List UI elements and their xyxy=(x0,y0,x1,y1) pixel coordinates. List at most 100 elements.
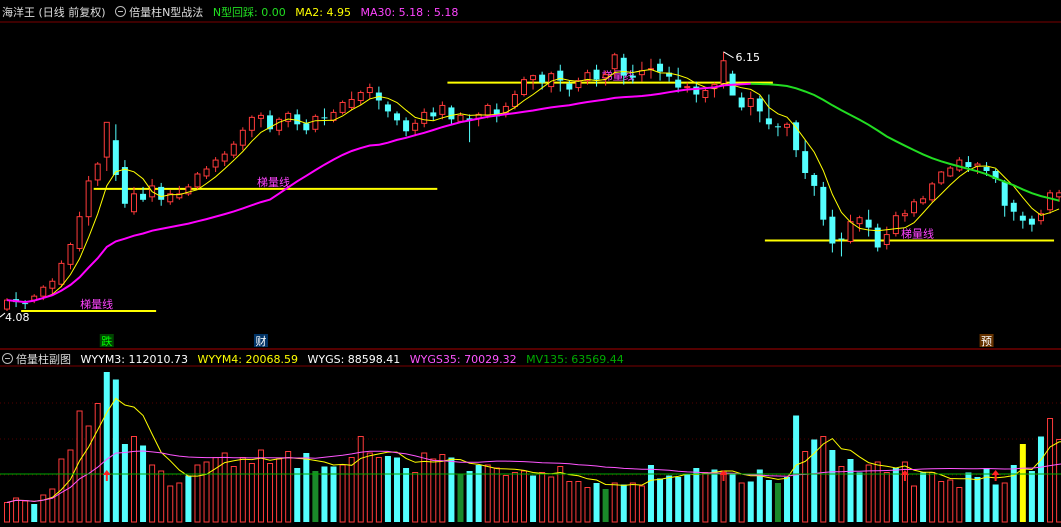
volume-bar xyxy=(285,451,292,523)
candle-body xyxy=(212,159,219,168)
volume-bar xyxy=(992,484,999,522)
kline-chart-area[interactable]: 梯量线梯量线梯量线梯量线 6.154.08跌财预 xyxy=(0,0,1061,527)
candle-body xyxy=(747,97,754,107)
candle-body xyxy=(838,238,845,240)
volume-bar xyxy=(829,450,836,522)
candle-body xyxy=(203,168,210,177)
volume-bar xyxy=(448,457,455,522)
candle-body xyxy=(684,86,691,89)
candle-body xyxy=(965,162,972,168)
candle-body xyxy=(421,111,428,124)
candle-body xyxy=(865,219,872,228)
volume-bar xyxy=(920,472,927,522)
candle-body xyxy=(530,75,537,81)
volume-bar xyxy=(466,471,473,522)
wygs-label: WYGS: 88598.41 xyxy=(307,353,401,366)
candle-body xyxy=(230,143,237,156)
candle-body xyxy=(394,113,401,121)
volume-bar xyxy=(892,468,899,522)
volume-bar xyxy=(103,372,110,522)
candle-body xyxy=(439,104,446,115)
wyym4-label: WYYM4: 20068.59 xyxy=(197,353,299,366)
volume-bar xyxy=(1047,418,1054,523)
volume-bar xyxy=(557,466,564,523)
candle-body xyxy=(1056,192,1061,198)
volume-bar xyxy=(167,485,174,523)
volume-bar xyxy=(539,472,546,523)
volume-bar xyxy=(121,444,128,522)
ladder-label: 梯量线 xyxy=(257,175,290,189)
candle-body xyxy=(620,57,627,76)
candle-body xyxy=(321,117,328,119)
candle-body xyxy=(194,173,201,188)
wyym3-label: WYYM3: 112010.73 xyxy=(80,353,189,366)
volume-bar xyxy=(947,479,954,523)
volume-bar xyxy=(384,456,391,522)
volume-bar xyxy=(294,468,301,522)
volume-bar xyxy=(357,436,364,523)
candle-body xyxy=(276,118,283,131)
volume-bar xyxy=(176,482,183,523)
candle-body xyxy=(94,163,101,181)
volume-bar xyxy=(738,482,745,523)
candle-body xyxy=(384,104,391,112)
candle-body xyxy=(4,299,10,310)
candle-body xyxy=(257,114,264,119)
candle-body xyxy=(511,94,518,107)
candle-body xyxy=(303,123,310,131)
candle-body xyxy=(40,286,47,297)
event-marker-label: 预 xyxy=(981,335,992,348)
volume-bar xyxy=(140,445,147,522)
volume-bar xyxy=(1019,444,1026,522)
main-header: 海洋王 (日线 前复权) 倍量柱N型战法 N型回踩: 0.00 MA2: 4.9… xyxy=(2,6,458,19)
candle-body xyxy=(140,193,147,200)
candle-body xyxy=(720,60,727,85)
volume-bar xyxy=(257,449,264,523)
sub-indicator-toggle-icon[interactable] xyxy=(2,353,13,364)
candle-body xyxy=(484,104,491,116)
candle-body xyxy=(883,234,890,246)
volume-bar xyxy=(838,466,845,523)
stock-label[interactable]: 海洋王 (日线 前复权) xyxy=(2,6,106,19)
sub-indicator-name[interactable]: 倍量柱副图 xyxy=(16,353,71,366)
candle-body xyxy=(702,90,709,99)
volume-bar xyxy=(502,475,509,523)
volume-bar xyxy=(983,468,990,522)
volume-bar xyxy=(548,476,555,523)
volume-bar xyxy=(765,480,772,522)
ma30-label: MA30: 5.18 : 5.18 xyxy=(360,6,459,19)
candle-body xyxy=(929,183,936,201)
volume-bar xyxy=(593,483,600,522)
candle-body xyxy=(675,79,682,88)
volume-bar xyxy=(13,497,20,523)
ladder-label: 梯量线 xyxy=(901,227,934,241)
candle-body xyxy=(539,74,546,83)
volume-bar xyxy=(684,474,691,522)
candle-body xyxy=(239,129,246,146)
volume-bar xyxy=(575,481,582,523)
candle-body xyxy=(22,303,29,305)
candle-body xyxy=(657,63,664,72)
volume-bar xyxy=(403,468,410,522)
candle-body xyxy=(457,114,464,122)
volume-bar xyxy=(421,452,428,523)
candle-body xyxy=(158,186,165,200)
volume-bar xyxy=(511,472,518,523)
candle-body xyxy=(593,69,600,80)
volume-bar xyxy=(1037,436,1044,522)
candle-body xyxy=(938,171,945,184)
candle-body xyxy=(67,244,74,265)
volume-bar xyxy=(412,472,419,523)
candle-body xyxy=(802,151,809,173)
event-marker-label: 跌 xyxy=(101,334,112,348)
volume-bar xyxy=(276,458,283,523)
indicator-toggle-icon[interactable] xyxy=(115,6,127,17)
candle-body xyxy=(339,101,346,113)
volume-bar xyxy=(729,474,736,522)
volume-bar xyxy=(394,457,401,522)
volume-bar xyxy=(348,457,355,523)
main-indicator-name[interactable]: 倍量柱N型战法 xyxy=(129,6,203,19)
candle-body xyxy=(820,186,827,220)
candle-body xyxy=(829,216,836,244)
candle-body xyxy=(1019,215,1026,221)
